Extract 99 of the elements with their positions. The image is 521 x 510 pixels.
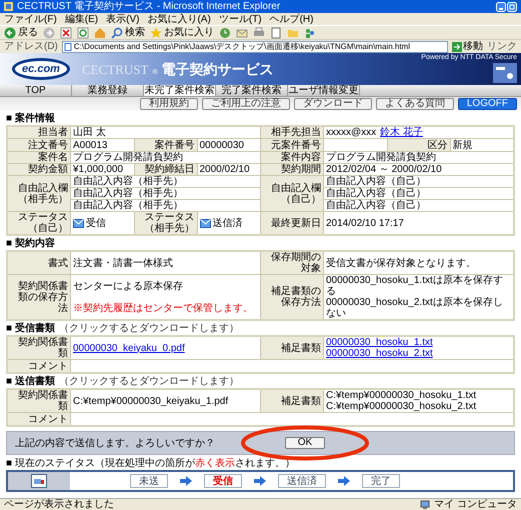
link[interactable]: 00000030_keiyaku_0.pdf [73, 342, 185, 354]
field-label: 自由記入欄（自己） [261, 176, 323, 211]
field-label: 契約関係書類 [8, 390, 70, 412]
field-label: ステータス（相手先） [134, 212, 196, 234]
toolbar-button[interactable]: 戻る [4, 26, 38, 38]
field-label: 契約締結日 [134, 164, 196, 175]
field-label: 相手先担当 [261, 127, 323, 138]
cell-text: ¥1,000,000 [73, 164, 124, 175]
cell-text: 山田 太 [73, 127, 106, 138]
cell-text: 自由記入内容（自己） [326, 176, 426, 187]
cell-text: C:¥temp¥00000030_keiyaku_1.pdf [73, 396, 228, 406]
field-label: 補足書類 [261, 390, 323, 412]
nav-tab[interactable]: ユーザ情報変更 [288, 85, 360, 96]
status-step: 送信済 [278, 474, 326, 488]
go-button[interactable]: 移動 [452, 41, 483, 52]
cell-text: 自由記入内容（相手先） [73, 200, 183, 211]
nav-tab[interactable]: 未完了案件検索 [144, 85, 216, 96]
status-heading: ■ 現在のステイタス（現在処理中の箇所が赤く表示されます。） [6, 458, 296, 469]
menu-item[interactable]: 編集(E) [64, 14, 98, 24]
field-label: 案件内容 [261, 152, 323, 163]
menu-item[interactable]: 表示(V) [106, 14, 140, 24]
menu-item[interactable]: ファイル(F) [4, 14, 57, 24]
status-text: 受信 [86, 218, 106, 228]
zone-label: マイ コンピュータ [433, 499, 517, 510]
cell-text: プログラム開発請負契約 [326, 152, 436, 163]
toolbar-button[interactable]: 検索 [111, 26, 145, 38]
section-heading: ■ 契約内容 [6, 238, 55, 249]
ok-button[interactable]: OK [285, 437, 325, 449]
link[interactable]: 00000030_hosoku_1.txt [326, 337, 433, 348]
field-label: 補足書類 [261, 337, 323, 359]
brand-name: CECTRUST [82, 62, 148, 76]
menu-item[interactable]: お気に入り(A) [147, 14, 211, 24]
cell-text: 注文書・請書一体様式 [73, 258, 173, 268]
cell-text: C:¥temp¥00000030_hosoku_1.txt [326, 390, 476, 401]
cell-text: 2000/02/10 [200, 164, 250, 175]
field-label: 担当者 [8, 127, 70, 138]
field-label: 最終更新日 [261, 212, 323, 234]
confirm-message: 上記の内容で送信します。よろしいですか？ [15, 438, 215, 448]
cell-text: C:¥temp¥00000030_hosoku_2.txt [326, 401, 476, 412]
status-step: 完了 [362, 474, 400, 488]
field-label: 契約関係書類 [8, 337, 70, 359]
cell-text: センターによる原本保存 [73, 280, 183, 292]
field-label: 保存期間の対象 [261, 252, 323, 274]
status-text: 送信済 [212, 218, 242, 228]
logo-badge: ec.com [12, 58, 70, 80]
window-title: CECTRUST 電子契約サービス - Microsoft Internet Explorer [17, 1, 282, 12]
cell-text: 自由記入内容（自己） [326, 200, 426, 211]
field-label: 契約期間 [261, 164, 323, 175]
menu-item[interactable]: ツール(T) [218, 14, 262, 24]
field-label: ステータス（自己） [8, 212, 70, 234]
status-message: ページが表示されました [4, 499, 115, 510]
field-label: コメント [8, 360, 70, 372]
field-label: 元案件番号 [261, 139, 323, 151]
cell-text: プログラム開発請負契約 [73, 152, 183, 163]
field-label: 契約金額 [8, 164, 70, 175]
cell-text: xxxxx@xxx [326, 127, 376, 138]
field-label: 案件名 [8, 152, 70, 163]
field-label: 案件番号 [134, 139, 196, 151]
address-field[interactable]: C:\Documents and Settings\Pink\Jaaws\デスクトップ\画面遷移\keiyaku\TNGM\main\main.html [62, 40, 448, 52]
status-step: 受信 [204, 474, 242, 488]
links-label[interactable]: リンク [487, 41, 517, 52]
field-label: 補足書類の保存方法 [261, 275, 323, 319]
service-name: 電子契約サービス [162, 60, 274, 76]
field-label: 区分 [388, 139, 450, 151]
cell-text: 00000030 [200, 140, 244, 150]
field-label: 自由記入欄（相手先） [8, 176, 70, 211]
link[interactable]: 鈴木 花子 [380, 127, 423, 138]
field-label: 書式 [8, 252, 70, 274]
nav-tab[interactable]: TOP [0, 85, 72, 96]
utility-button[interactable]: LOGOFF [458, 98, 517, 110]
link[interactable]: 00000030_hosoku_2.txt [326, 348, 433, 359]
field-label: 契約関係書類の保存方法 [8, 275, 70, 319]
utility-button[interactable]: よくある質問 [376, 98, 454, 110]
field-label: コメント [8, 413, 70, 425]
toolbar-button[interactable]: お気に入り [150, 26, 214, 38]
note-text: ※契約先履歴はセンターで保管します。 [73, 302, 253, 314]
menu-item[interactable]: ヘルプ(H) [270, 14, 314, 24]
field-label: 注文番号 [8, 139, 70, 151]
address-label: アドレス(D) [4, 41, 58, 52]
section-heading: ■ 案件情報 [6, 113, 55, 124]
cell-text: 2012/02/04 ～ 2000/02/10 [326, 164, 442, 175]
cell-text: 自由記入内容（相手先） [73, 176, 183, 187]
section-note: （クリックするとダウンロードします） [58, 323, 239, 334]
nav-tab[interactable]: 完了案件検索 [216, 85, 288, 96]
section-note: （クリックするとダウンロードします） [58, 376, 239, 387]
cell-text: 00000030_hosoku_1.txtは原本を保存する [326, 275, 504, 297]
cell-text: 新規 [452, 140, 472, 150]
cell-text: 自由記入内容（自己） [326, 188, 426, 199]
section-heading: ■ 送信書類 [6, 376, 55, 387]
cell-text: 受信文書が保存対象となります。 [326, 258, 476, 268]
cell-text: 自由記入内容（相手先） [73, 188, 183, 199]
cell-text: A00013 [73, 140, 108, 150]
section-heading: ■ 受信書類 [6, 323, 55, 334]
utility-button[interactable]: ご利用上の注意 [202, 98, 290, 110]
status-step: 未送 [130, 474, 168, 488]
cell-text: 00000030_hosoku_2.txtは原本を保存しない [326, 297, 504, 319]
cell-text: 2014/02/10 17:17 [326, 218, 404, 228]
utility-button[interactable]: 利用規約 [140, 98, 198, 110]
utility-button[interactable]: ダウンロード [294, 98, 372, 110]
